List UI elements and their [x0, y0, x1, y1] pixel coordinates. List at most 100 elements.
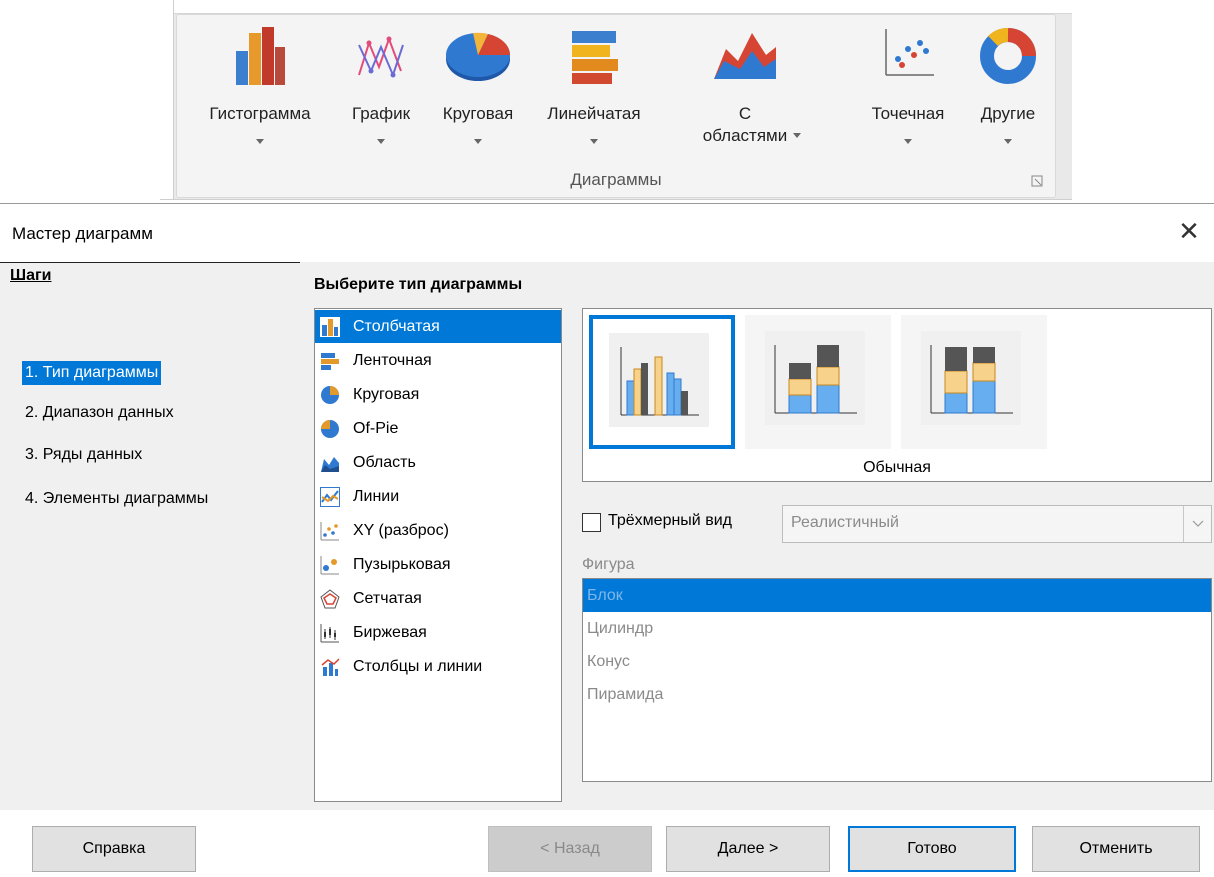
area-chart-icon [714, 33, 776, 79]
chart-type-bar[interactable]: Ленточная [315, 344, 561, 377]
chart-type-bubble[interactable]: Пузырьковая [315, 548, 561, 581]
chart-type-of-pie[interactable]: Of-Pie [315, 412, 561, 445]
back-button[interactable]: < Назад [488, 826, 652, 872]
chart-type-xy-scatter[interactable]: XY (разброс) [315, 514, 561, 547]
chevron-down-icon [1192, 520, 1204, 527]
chevron-down-icon [904, 139, 912, 144]
content-panel: Выберите тип диаграммы Столбчатая Ленточ… [300, 262, 1214, 810]
shape-label: Фигура [582, 556, 635, 573]
chevron-down-icon [793, 133, 801, 138]
column-chart-icon [236, 27, 285, 85]
chart-type-label: Пузырьковая [353, 556, 451, 573]
bar-chart-icon [321, 353, 339, 370]
chart-type-label: Биржевая [353, 624, 427, 641]
finish-button[interactable]: Готово [848, 826, 1016, 872]
chart-type-label: Линии [353, 488, 400, 505]
ribbon-pie-chart-button[interactable]: Круговая [425, 15, 531, 165]
chart-type-column-line[interactable]: Столбцы и линии [315, 650, 561, 683]
cancel-button[interactable]: Отменить [1032, 826, 1200, 872]
chart-type-area[interactable]: Область [315, 446, 561, 479]
chevron-down-icon [377, 139, 385, 144]
ribbon-other-charts-button[interactable]: Другие [963, 15, 1053, 165]
variant-normal[interactable] [589, 315, 735, 449]
chevron-down-icon [474, 139, 482, 144]
ribbon: Гистограмма График Круговая Линейчатая С… [160, 0, 1072, 200]
chart-type-lines[interactable]: Линии [315, 480, 561, 513]
chart-type-label: Столбчатая [353, 318, 440, 335]
bubble-chart-icon [320, 556, 339, 575]
bar-chart-icon [572, 31, 618, 84]
chevron-down-icon [256, 139, 264, 144]
ribbon-bar-chart-button[interactable]: Линейчатая [531, 15, 657, 165]
stacked-column-thumbnail-icon [765, 331, 865, 425]
ribbon-label: График [351, 104, 411, 123]
variant-percent-stacked[interactable] [901, 315, 1047, 449]
ribbon-group-label: Диаграммы [570, 170, 662, 189]
steps-panel: Шаги 1. Тип диаграммы 2. Диапазон данных… [0, 262, 300, 810]
scatter-chart-icon [885, 29, 934, 76]
three-d-checkbox[interactable] [582, 513, 601, 532]
ribbon-area-chart-button[interactable]: С областями [683, 15, 807, 165]
ribbon-scatter-chart-button[interactable]: Точечная [853, 15, 963, 165]
chart-type-column[interactable]: Столбчатая [315, 310, 561, 343]
chevron-down-icon [590, 139, 598, 144]
step-data-range[interactable]: 2. Диапазон данных [22, 401, 177, 425]
ribbon-group-charts: Гистограмма График Круговая Линейчатая С… [176, 14, 1056, 198]
scatter-chart-icon [320, 522, 339, 541]
shape-item-pyramid[interactable]: Пирамида [583, 678, 1211, 711]
ribbon-label-line2: областями [702, 126, 788, 145]
dialog-launcher-icon[interactable] [1031, 175, 1043, 187]
shape-item-cylinder[interactable]: Цилиндр [583, 612, 1211, 645]
shape-item-block[interactable]: Блок [583, 579, 1211, 612]
ribbon-label: Линейчатая [547, 104, 641, 123]
help-button[interactable]: Справка [32, 826, 196, 872]
choose-type-label: Выберите тип диаграммы [314, 276, 523, 293]
normal-column-thumbnail-icon [609, 333, 709, 427]
ribbon-label: Круговая [442, 104, 514, 123]
shape-list[interactable]: Блок Цилиндр Конус Пирамида [582, 578, 1212, 782]
variant-label: Обычная [863, 459, 931, 476]
close-icon[interactable]: ✕ [1174, 216, 1204, 246]
shape-item-cone[interactable]: Конус [583, 645, 1211, 678]
chart-type-net[interactable]: Сетчатая [315, 582, 561, 615]
line-chart-icon [320, 487, 340, 507]
chart-type-label: Круговая [353, 386, 420, 403]
ribbon-label: Гистограмма [209, 104, 311, 123]
ribbon-label: Точечная [871, 104, 945, 123]
doughnut-chart-icon [980, 28, 1036, 84]
sheet-grid-top [174, 0, 1072, 14]
chart-type-label: Ленточная [353, 352, 432, 369]
step-data-series[interactable]: 3. Ряды данных [22, 443, 145, 467]
steps-title: Шаги [10, 267, 52, 284]
chart-type-label: Of-Pie [353, 420, 399, 437]
net-chart-icon [320, 589, 340, 609]
ribbon-line-chart-button[interactable]: График [337, 15, 425, 165]
three-d-label[interactable]: Трёхмерный вид [608, 512, 732, 530]
combo-dropdown-button[interactable] [1183, 506, 1211, 542]
column-chart-icon [320, 317, 340, 337]
three-d-scheme-select[interactable]: Реалистичный [782, 505, 1212, 543]
ribbon-column-chart-button[interactable]: Гистограмма [183, 15, 337, 165]
pie-chart-icon [446, 32, 511, 81]
step-chart-type[interactable]: 1. Тип диаграммы [22, 361, 162, 385]
of-pie-chart-icon [321, 420, 339, 438]
chart-type-pie[interactable]: Круговая [315, 378, 561, 411]
ribbon-label: Другие [980, 104, 1036, 123]
chart-type-label: Сетчатая [353, 590, 422, 607]
dialog-title: Мастер диаграмм [12, 224, 153, 243]
sheet-cells-left [160, 0, 174, 199]
chart-type-label: Область [353, 454, 416, 471]
chart-type-list[interactable]: Столбчатая Ленточная Круговая Of-Pie Обл… [314, 308, 562, 802]
chart-wizard-dialog: Мастер диаграмм ✕ Шаги 1. Тип диаграммы … [0, 203, 1214, 877]
stock-chart-icon [320, 624, 339, 643]
chart-type-stock[interactable]: Биржевая [315, 616, 561, 649]
percent-stacked-column-thumbnail-icon [921, 331, 1021, 425]
pie-chart-icon [321, 386, 339, 404]
next-button[interactable]: Далее > [666, 826, 830, 872]
chart-variants: Обычная [582, 308, 1212, 482]
step-chart-elements[interactable]: 4. Элементы диаграммы [22, 487, 211, 511]
chevron-down-icon [1004, 139, 1012, 144]
variant-stacked[interactable] [745, 315, 891, 449]
chart-type-label: XY (разброс) [353, 522, 449, 539]
area-chart-icon [321, 457, 339, 472]
